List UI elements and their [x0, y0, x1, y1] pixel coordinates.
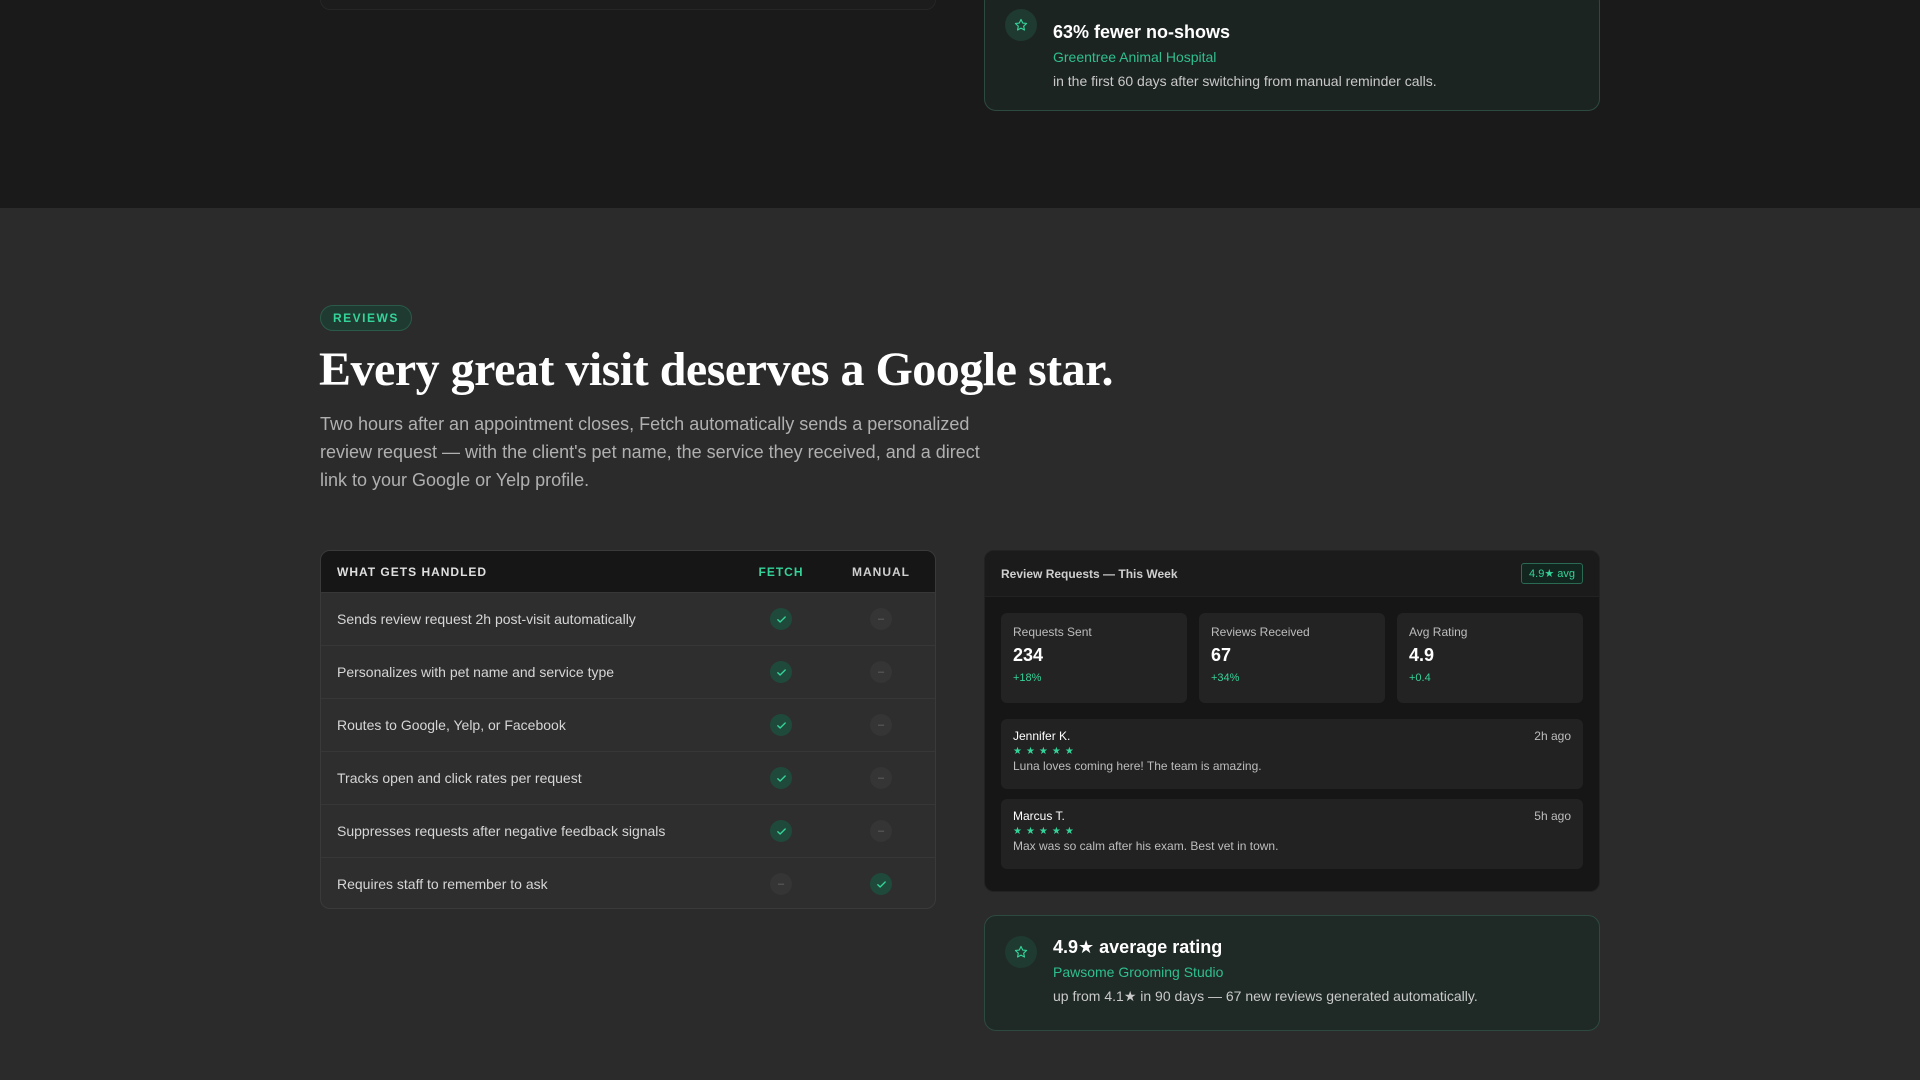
fetch-cell	[731, 820, 831, 842]
previous-section-band	[0, 0, 1920, 208]
testimonial-org: Greentree Animal Hospital	[1053, 49, 1217, 65]
review-time: 5h ago	[1534, 809, 1571, 823]
avg-rating-badge: 4.9★ avg	[1521, 563, 1583, 584]
fetch-cell	[731, 661, 831, 683]
table-row: Tracks open and click rates per request –	[321, 751, 935, 804]
review-time: 2h ago	[1534, 729, 1571, 743]
dash-icon: –	[870, 767, 892, 789]
comparison-table: WHAT GETS HANDLED FETCH MANUAL Sends rev…	[320, 550, 936, 909]
header-what-gets-handled: WHAT GETS HANDLED	[337, 564, 488, 579]
previous-card-edge	[320, 0, 936, 10]
section-headline: Every great visit deserves a Google star…	[319, 343, 1114, 396]
stat-avg-rating: Avg Rating 4.9 +0.4	[1397, 613, 1583, 703]
row-label: Sends review request 2h post-visit autom…	[337, 611, 636, 627]
fetch-cell	[731, 714, 831, 736]
check-icon	[770, 767, 792, 789]
star-icon	[1005, 9, 1037, 41]
stat-requests-sent: Requests Sent 234 +18%	[1001, 613, 1187, 703]
fetch-cell	[731, 767, 831, 789]
testimonial-description: up from 4.1★ in 90 days — 67 new reviews…	[1053, 988, 1478, 1004]
manual-cell: –	[831, 608, 931, 630]
dash-icon: –	[870, 820, 892, 842]
dash-icon: –	[870, 608, 892, 630]
header-fetch: FETCH	[758, 564, 804, 579]
fetch-cell: –	[731, 873, 831, 895]
table-row: Requires staff to remember to ask –	[321, 857, 935, 908]
section-lede: Two hours after an appointment closes, F…	[320, 414, 980, 490]
check-icon	[870, 873, 892, 895]
manual-cell	[831, 873, 931, 895]
testimonial-title: 4.9★ average rating	[1053, 937, 1223, 957]
review-dashboard-panel: Review Requests — This Week 4.9★ avg Req…	[984, 550, 1600, 892]
table-row: Routes to Google, Yelp, or Facebook –	[321, 698, 935, 751]
review-item: Marcus T. 5h ago ★★★★★ Max was so calm a…	[1001, 799, 1583, 869]
check-icon	[770, 714, 792, 736]
row-label: Personalizes with pet name and service t…	[337, 664, 615, 680]
manual-cell: –	[831, 714, 931, 736]
testimonial-card-average-rating: 4.9★ average rating Pawsome Grooming Stu…	[984, 915, 1600, 1031]
review-text: Max was so calm after his exam. Best vet…	[1013, 839, 1279, 853]
section-tag: REVIEWS	[320, 305, 412, 331]
comparison-header: WHAT GETS HANDLED FETCH MANUAL	[321, 551, 935, 592]
table-row: Personalizes with pet name and service t…	[321, 645, 935, 698]
check-icon	[770, 820, 792, 842]
check-icon	[770, 608, 792, 630]
row-label: Suppresses requests after negative feedb…	[337, 823, 666, 839]
stat-delta: +18%	[1013, 672, 1042, 684]
review-item: Jennifer K. 2h ago ★★★★★ Luna loves comi…	[1001, 719, 1583, 789]
review-text: Luna loves coming here! The team is amaz…	[1013, 759, 1262, 773]
manual-cell: –	[831, 820, 931, 842]
comparison-rows: Sends review request 2h post-visit autom…	[321, 592, 935, 908]
table-row: Suppresses requests after negative feedb…	[321, 804, 935, 857]
testimonial-title: 63% fewer no-shows	[1053, 22, 1231, 42]
stat-value: 67	[1211, 645, 1232, 665]
stat-label: Reviews Received	[1211, 625, 1310, 639]
reviewer-name: Marcus T.	[1013, 809, 1065, 823]
stat-value: 234	[1013, 645, 1044, 665]
table-row: Sends review request 2h post-visit autom…	[321, 592, 935, 645]
dash-icon: –	[870, 661, 892, 683]
panel-title: Review Requests — This Week	[1001, 566, 1178, 581]
header-manual: MANUAL	[852, 564, 910, 579]
testimonial-card-no-shows: 63% fewer no-shows Greentree Animal Hosp…	[984, 0, 1600, 111]
reviewer-name: Jennifer K.	[1013, 729, 1071, 743]
testimonial-org: Pawsome Grooming Studio	[1053, 964, 1224, 980]
panel-header: Review Requests — This Week 4.9★ avg	[985, 551, 1599, 597]
stat-value: 4.9	[1409, 645, 1435, 665]
stat-reviews-received: Reviews Received 67 +34%	[1199, 613, 1385, 703]
check-icon	[770, 661, 792, 683]
row-label: Requires staff to remember to ask	[337, 876, 548, 892]
stat-label: Avg Rating	[1409, 625, 1468, 639]
manual-cell: –	[831, 767, 931, 789]
dash-icon: –	[770, 873, 792, 895]
testimonial-description: in the first 60 days after switching fro…	[1053, 73, 1437, 89]
stats-row: Requests Sent 234 +18% Reviews Received …	[985, 597, 1599, 703]
star-icon	[1005, 936, 1037, 968]
review-stars: ★★★★★	[1013, 826, 1078, 837]
stat-delta: +34%	[1211, 672, 1240, 684]
row-label: Tracks open and click rates per request	[337, 770, 582, 786]
review-stars: ★★★★★	[1013, 746, 1078, 757]
fetch-cell	[731, 608, 831, 630]
dash-icon: –	[870, 714, 892, 736]
row-label: Routes to Google, Yelp, or Facebook	[337, 717, 566, 733]
stat-delta: +0.4	[1409, 672, 1431, 684]
stat-label: Requests Sent	[1013, 625, 1092, 639]
manual-cell: –	[831, 661, 931, 683]
